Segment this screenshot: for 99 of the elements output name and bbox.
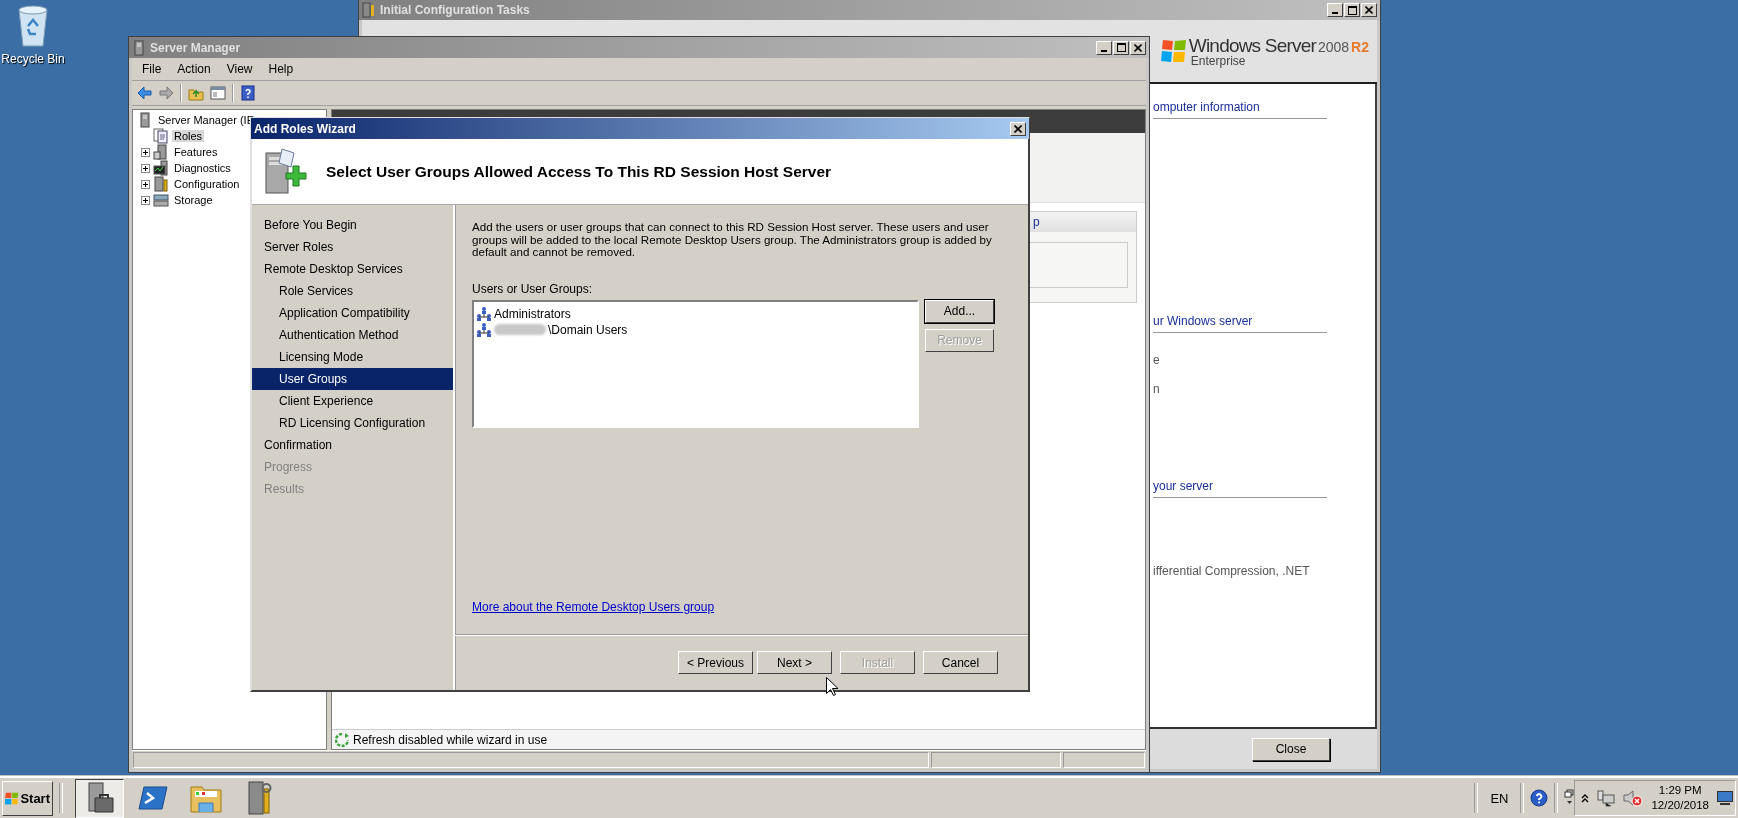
menu-item[interactable]: View	[218, 60, 261, 78]
wizard-step[interactable]: Confirmation	[252, 434, 453, 456]
tree-item[interactable]: Diagnostics	[172, 162, 233, 174]
server-plus-icon	[262, 146, 308, 197]
minimize-icon	[1332, 12, 1338, 14]
window-title: Server Manager	[150, 40, 241, 55]
user-group-icon	[476, 305, 492, 322]
add-button[interactable]: Add...	[925, 299, 994, 323]
help-icon[interactable]	[1530, 789, 1549, 807]
status-text: Refresh disabled while wizard in use	[353, 732, 548, 747]
section-heading[interactable]: ur Windows server	[1153, 314, 1327, 333]
close-button[interactable]	[1361, 3, 1377, 17]
wizard-step[interactable]: RD Licensing Configuration	[252, 412, 453, 434]
section-text: e	[1153, 353, 1161, 369]
minimize-button[interactable]	[1096, 40, 1112, 55]
wizard-step[interactable]: Server Roles	[252, 236, 453, 258]
tree-item[interactable]: Features	[172, 146, 220, 158]
clock-date[interactable]: 12/20/2018	[1651, 798, 1709, 813]
terminal-icon	[137, 785, 168, 811]
brand-version: 2008	[1317, 38, 1350, 55]
clock-time[interactable]: 1:29 PM	[1658, 783, 1702, 798]
section-heading[interactable]: omputer information	[1153, 100, 1327, 119]
server-icon	[137, 112, 153, 128]
menu-item[interactable]: Action	[169, 60, 219, 78]
group-name[interactable]: \Domain Users	[548, 322, 628, 337]
wizard-step[interactable]: User Groups	[252, 368, 453, 390]
menu-item[interactable]: File	[134, 60, 170, 78]
wizard-step[interactable]: Licensing Mode	[252, 346, 453, 368]
wizard-step[interactable]: Remote Desktop Services	[252, 258, 453, 280]
tree-item[interactable]: Roles	[172, 130, 205, 142]
wizard-step[interactable]: Role Services	[252, 280, 453, 302]
tree-item[interactable]: Storage	[172, 194, 215, 206]
section-text: n	[1153, 382, 1161, 398]
expand-icon[interactable]	[141, 195, 150, 205]
taskbar-button[interactable]	[75, 778, 124, 818]
close-button[interactable]: Close	[1252, 737, 1330, 761]
cancel-button[interactable]: Cancel	[923, 651, 998, 674]
maximize-icon	[1347, 5, 1357, 15]
brand-edition: Enterprise	[1190, 53, 1247, 68]
window-title: Initial Configuration Tasks	[380, 3, 530, 17]
section-heading[interactable]: your server	[1153, 479, 1327, 498]
network-icon[interactable]	[1597, 789, 1616, 807]
help-icon[interactable]	[240, 85, 256, 101]
language-indicator[interactable]: EN	[1484, 790, 1515, 806]
next-button[interactable]: Next >	[757, 651, 832, 674]
recycle-bin-icon[interactable]	[16, 4, 50, 48]
maximize-button[interactable]	[1344, 3, 1360, 17]
brand-name: Windows Server	[1188, 34, 1316, 56]
close-icon	[1134, 43, 1142, 52]
close-button[interactable]	[1010, 121, 1026, 136]
user-group-icon	[476, 321, 492, 338]
tree-item[interactable]: Configuration	[172, 178, 242, 190]
panel-icon[interactable]	[210, 85, 226, 101]
storage-icon	[153, 192, 169, 208]
close-icon	[1014, 124, 1022, 133]
left-arrow-icon[interactable]	[136, 85, 152, 101]
close-icon	[1365, 6, 1373, 14]
previous-button[interactable]: < Previous	[678, 651, 753, 674]
server-tools-icon	[153, 176, 169, 192]
speaker-muted-icon[interactable]	[1623, 789, 1644, 807]
folder-icon	[189, 783, 222, 813]
server-tools-icon	[362, 2, 376, 18]
expand-icon[interactable]	[141, 179, 150, 189]
show-desktop-icon[interactable]	[1717, 791, 1733, 805]
monitor-icon	[153, 160, 169, 176]
chevron-up-icon[interactable]	[1581, 793, 1590, 803]
wizard-step[interactable]: Before You Begin	[252, 214, 453, 236]
description-text: Add the users or user groups that can connect to this RD Session Host server. These users and user groups will be added to the local Remote Desktop Users group. The Administrators group is added by default and cannot be removed.	[472, 221, 993, 259]
menu-item[interactable]: Help	[260, 60, 302, 78]
help-link[interactable]: More about the Remote Desktop Users group	[472, 600, 715, 614]
expand-icon[interactable]	[141, 147, 150, 157]
minimize-icon	[1101, 49, 1107, 52]
section-text: ifferential Compression, .NET	[1153, 564, 1311, 580]
window-title: Add Roles Wizard	[254, 121, 356, 136]
maximize-button[interactable]	[1113, 40, 1129, 55]
brand-release: R2	[1351, 38, 1369, 55]
windows-flag-icon	[5, 790, 20, 806]
icon-label[interactable]: Recycle Bin	[1, 52, 65, 66]
documents-icon	[153, 128, 169, 144]
expand-icon[interactable]	[141, 163, 150, 173]
wizard-step[interactable]: Client Experience	[252, 390, 453, 412]
refresh-icon	[335, 732, 349, 747]
start-button[interactable]: Start	[2, 780, 53, 816]
wizard-step[interactable]: Application Compatibility	[252, 302, 453, 324]
maximize-icon	[1116, 43, 1126, 52]
group-list[interactable]: Administrators \Domain Users	[472, 299, 919, 428]
window-restore-icon[interactable]	[1564, 789, 1575, 807]
server-icon	[153, 144, 169, 160]
close-button[interactable]	[1130, 40, 1146, 55]
minimize-button[interactable]	[1327, 3, 1343, 17]
list-label: Users or User Groups:	[472, 281, 594, 296]
group-name[interactable]: Administrators	[494, 306, 571, 321]
right-arrow-icon[interactable]	[158, 85, 174, 101]
server-icon	[132, 39, 146, 56]
cursor-icon	[826, 677, 838, 696]
wizard-step[interactable]: Authentication Method	[252, 324, 453, 346]
wizard-heading: Select User Groups Allowed Access To This RD Session Host Server	[326, 162, 832, 181]
windows-flag-icon	[1160, 39, 1187, 63]
section-link[interactable]: p	[1033, 215, 1040, 229]
